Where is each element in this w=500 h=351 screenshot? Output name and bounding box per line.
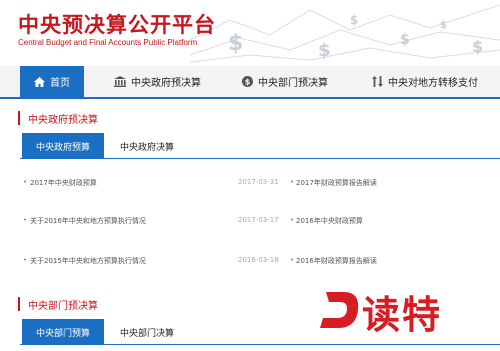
site-header: $ $ $ $ $ $ 中央预决算公开平台 Central Budget and…: [0, 0, 500, 66]
bank-icon: [114, 76, 126, 87]
nav-dept-budget[interactable]: $ 中央部门预决算: [242, 66, 328, 97]
nav-transfer-payment[interactable]: 中央对地方转移支付: [372, 66, 478, 97]
list-item-related-link[interactable]: 2017年财政预算报告解读: [296, 178, 377, 188]
site-title: 中央预决算公开平台: [18, 13, 216, 37]
list-item-date: 2016-03-18: [238, 256, 279, 264]
svg-text:$: $: [472, 37, 483, 56]
svg-text:$: $: [318, 40, 331, 61]
list-item-link[interactable]: 关于2016年中央和地方预算执行情况: [30, 216, 146, 226]
list-item-link[interactable]: 关于2015年中央和地方预算执行情况: [30, 256, 146, 266]
svg-text:$: $: [245, 78, 251, 87]
bullet-icon: •: [290, 178, 295, 186]
nav-home[interactable]: 首页: [20, 66, 84, 97]
section-title-gov: 中央政府预决算: [18, 111, 98, 126]
list-item-date: 2017-03-17: [238, 216, 279, 224]
list-item-related-link[interactable]: 2016年中央财政预算: [296, 216, 363, 226]
site-subtitle: Central Budget and Final Accounts Public…: [18, 38, 198, 47]
svg-text:$: $: [440, 20, 447, 31]
tab-dept-budget[interactable]: 中央部门预算: [22, 319, 104, 345]
tab-gov-final-accounts[interactable]: 中央政府决算: [120, 133, 174, 159]
list-item-link[interactable]: 2017年中央财政预算: [30, 178, 97, 188]
nav-transfer-label: 中央对地方转移支付: [388, 78, 478, 89]
bullet-icon: •: [23, 216, 28, 224]
bullet-icon: •: [23, 256, 28, 264]
currency-pattern-icon: $ $ $ $ $ $: [190, 4, 500, 63]
svg-text:$: $: [228, 31, 243, 56]
list-item: • 关于2015年中央和地方预算执行情况 2016-03-18 • 2016年财…: [0, 256, 500, 270]
bullet-icon: •: [290, 256, 295, 264]
tab-dept-final-accounts[interactable]: 中央部门决算: [120, 319, 174, 345]
money-coin-icon: $: [242, 76, 253, 87]
main-nav: 首页 中央政府预决算 $ 中央部门预决算 中央对地方转移支付: [0, 66, 500, 99]
list-item: • 2017年中央财政预算 2017-03-31 • 2017年财政预算报告解读: [0, 178, 500, 192]
list-item-related-link[interactable]: 2016年财政预算报告解读: [296, 256, 377, 266]
gov-tabbar: 中央政府预算 中央政府决算: [20, 133, 500, 159]
section-title-dept: 中央部门预决算: [18, 297, 98, 312]
svg-text:$: $: [400, 32, 410, 48]
list-item-date: 2017-03-31: [238, 178, 279, 186]
home-icon: [34, 76, 45, 87]
bullet-icon: •: [290, 216, 295, 224]
watermark-text: 读特: [362, 293, 443, 337]
svg-text:$: $: [350, 13, 358, 27]
nav-home-label: 首页: [50, 78, 70, 89]
dute-logo-icon: [320, 292, 359, 328]
nav-gov-budget-label: 中央政府预决算: [131, 78, 201, 89]
nav-gov-budget[interactable]: 中央政府预决算: [114, 66, 201, 97]
bullet-icon: •: [23, 178, 28, 186]
list-item: • 关于2016年中央和地方预算执行情况 2017-03-17 • 2016年中…: [0, 216, 500, 230]
transfer-arrows-icon: [372, 76, 383, 87]
nav-dept-budget-label: 中央部门预决算: [258, 78, 328, 89]
tab-gov-budget[interactable]: 中央政府预算: [22, 133, 104, 159]
